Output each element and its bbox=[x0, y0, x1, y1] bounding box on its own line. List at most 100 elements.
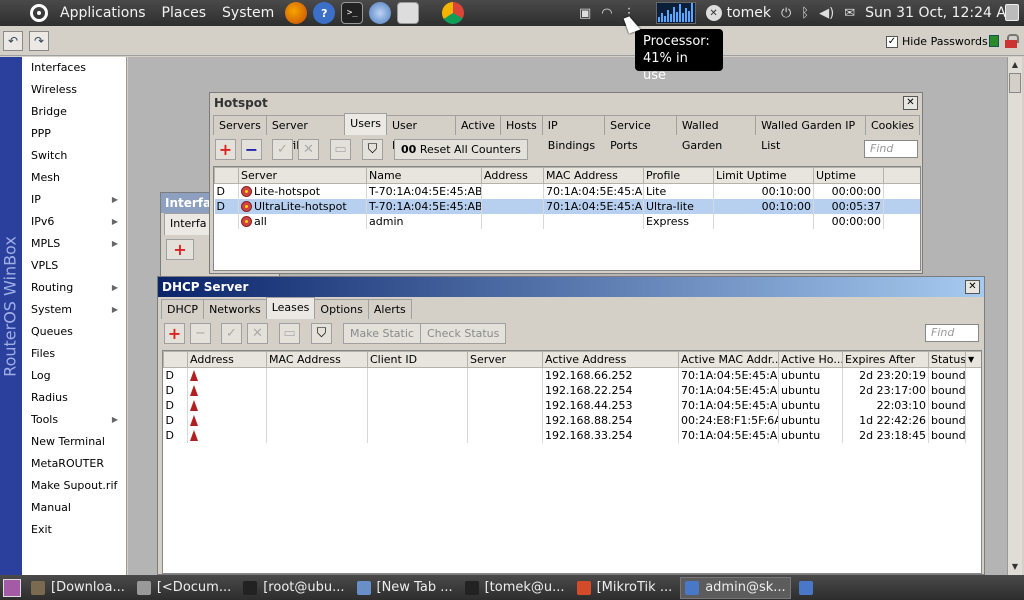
sidebar-item-radius[interactable]: Radius bbox=[22, 387, 126, 409]
make-static-button[interactable]: Make Static bbox=[343, 323, 421, 344]
tab-dhcp-leases[interactable]: Leases bbox=[265, 297, 316, 319]
hotspot-enable-icon[interactable]: ✓ bbox=[272, 139, 293, 160]
hotspot-column-address[interactable]: Address bbox=[481, 167, 544, 184]
taskbar-task[interactable]: [MikroTik ... bbox=[573, 577, 677, 599]
scroll-thumb[interactable] bbox=[1009, 73, 1021, 93]
table-row[interactable]: D 192.168.88.254 00:24:E8:F1:5F:6A ubuntu 1d… bbox=[163, 412, 981, 428]
terminal-launcher-icon[interactable]: >_ bbox=[341, 2, 364, 24]
taskbar-task[interactable]: [<Docum... bbox=[133, 577, 235, 599]
sidebar-item-manual[interactable]: Manual bbox=[22, 497, 126, 519]
hotspot-disable-icon[interactable]: ✕ bbox=[298, 139, 319, 160]
sidebar-item-ipv6[interactable]: IPv6 ▶ bbox=[22, 211, 126, 233]
sidebar-item-switch[interactable]: Switch bbox=[22, 145, 126, 167]
hotspot-window-title[interactable]: Hotspot bbox=[210, 93, 922, 113]
table-row[interactable]: D 192.168.33.254 70:1A:04:5E:45:AB ubuntu 2d… bbox=[163, 427, 981, 443]
dhcp-close-icon[interactable]: ✕ bbox=[965, 280, 980, 294]
scroll-down-icon[interactable]: ▼ bbox=[1009, 560, 1021, 574]
dhcp-column-active-mac-addr[interactable]: Active MAC Addr... bbox=[678, 351, 779, 368]
check-status-button[interactable]: Check Status bbox=[420, 323, 507, 344]
power-icon[interactable]: ⏻ bbox=[781, 6, 791, 21]
sidebar-item-make-supout-rif[interactable]: Make Supout.rif bbox=[22, 475, 126, 497]
dhcp-columns-dropdown-icon[interactable]: ▼ bbox=[965, 351, 981, 368]
clock[interactable]: Sun 31 Oct, 12:24 AM bbox=[865, 5, 1018, 21]
tab-hotspot-hosts[interactable]: Hosts bbox=[500, 115, 543, 135]
sidebar-item-interfaces[interactable]: Interfaces bbox=[22, 57, 126, 79]
mail-icon[interactable]: ✉ bbox=[844, 6, 855, 21]
taskbar-task[interactable]: [tomek@u... bbox=[461, 577, 569, 599]
places-menu[interactable]: Places bbox=[154, 5, 215, 21]
dhcp-column-status[interactable]: Status bbox=[928, 351, 966, 368]
table-row[interactable]: D 192.168.22.254 70:1A:04:5E:45:AB ubuntu 2d… bbox=[163, 382, 981, 398]
dhcp-column-server[interactable]: Server bbox=[467, 351, 543, 368]
network-monitor-icon[interactable]: ▣ bbox=[579, 6, 591, 21]
taskbar-task[interactable]: [root@ubu... bbox=[239, 577, 348, 599]
hotspot-column-server[interactable]: Server bbox=[238, 167, 367, 184]
system-menu[interactable]: System bbox=[214, 5, 282, 21]
dhcp-disable-icon[interactable]: ✕ bbox=[247, 323, 268, 344]
sidebar-item-queues[interactable]: Queues bbox=[22, 321, 126, 343]
hotspot-filter-icon[interactable]: ⛉ bbox=[362, 139, 383, 160]
undo-icon[interactable]: ↶ bbox=[3, 31, 23, 51]
hotspot-close-icon[interactable]: ✕ bbox=[903, 96, 918, 110]
dhcp-comment-icon[interactable]: ▭ bbox=[279, 323, 300, 344]
tab-hotspot-servers[interactable]: Servers bbox=[213, 115, 267, 135]
wifi-icon[interactable]: ◠ bbox=[601, 6, 612, 21]
tab-hotspot-users[interactable]: Users bbox=[344, 113, 387, 135]
firefox-launcher-icon[interactable] bbox=[285, 2, 308, 24]
show-desktop-icon[interactable] bbox=[3, 578, 21, 597]
tab-hotspot-service-ports[interactable]: Service Ports bbox=[604, 115, 677, 152]
table-row[interactable]: D 192.168.66.252 70:1A:04:5E:45:AB ubuntu 2d… bbox=[163, 367, 981, 383]
sidebar-item-mpls[interactable]: MPLS ▶ bbox=[22, 233, 126, 255]
dhcp-column-client-id[interactable]: Client ID bbox=[367, 351, 468, 368]
hotspot-add-icon[interactable]: + bbox=[215, 139, 236, 160]
taskbar-task[interactable] bbox=[795, 577, 823, 599]
hotspot-column-profile[interactable]: Profile bbox=[643, 167, 714, 184]
dhcp-add-icon[interactable]: + bbox=[164, 323, 185, 344]
tab-hotspot-cookies[interactable]: Cookies bbox=[864, 115, 921, 135]
screenshot-launcher-icon[interactable] bbox=[397, 2, 420, 24]
chrome-launcher-icon[interactable] bbox=[442, 2, 465, 24]
taskbar-task[interactable]: admin@sk... bbox=[680, 576, 791, 599]
tab-hotspot-walled-garden-ip-list[interactable]: Walled Garden IP List bbox=[755, 115, 866, 152]
taskbar-task[interactable]: [Downloa... bbox=[27, 577, 129, 599]
dhcp-enable-icon[interactable]: ✓ bbox=[221, 323, 242, 344]
bluetooth-icon[interactable]: ᛒ bbox=[801, 6, 809, 21]
sidebar-item-mesh[interactable]: Mesh bbox=[22, 167, 126, 189]
hotspot-column-uptime[interactable]: Uptime bbox=[813, 167, 884, 184]
table-row[interactable]: all admin Express 00:00:00 bbox=[214, 213, 920, 229]
tab-dhcp-networks[interactable]: Networks bbox=[203, 299, 267, 319]
sidebar-item-tools[interactable]: Tools ▶ bbox=[22, 409, 126, 431]
hotspot-find-input[interactable]: Find bbox=[864, 140, 918, 158]
dhcp-column-active-ho[interactable]: Active Ho... bbox=[778, 351, 843, 368]
network-browser-launcher-icon[interactable] bbox=[369, 2, 392, 24]
taskbar-task[interactable]: [New Tab ... bbox=[353, 577, 457, 599]
sidebar-item-files[interactable]: Files bbox=[22, 343, 126, 365]
sidebar-item-new-terminal[interactable]: New Terminal bbox=[22, 431, 126, 453]
cpu-monitor-graph[interactable] bbox=[655, 2, 696, 24]
dhcp-server-window[interactable]: DHCP Server ✕ DHCP Networks Leases Options A… bbox=[157, 276, 985, 575]
tab-hotspot-user-profiles[interactable]: User Profiles bbox=[385, 115, 456, 152]
sidebar-item-metarouter[interactable]: MetaROUTER bbox=[22, 453, 126, 475]
dhcp-column-active-address[interactable]: Active Address bbox=[542, 351, 679, 368]
tab-hotspot-walled-garden[interactable]: Walled Garden bbox=[675, 115, 757, 152]
table-row[interactable]: D Lite-hotspot T-70:1A:04:5E:45:AB 70:1A:04… bbox=[214, 183, 920, 199]
hotspot-remove-icon[interactable]: − bbox=[241, 139, 262, 160]
table-row[interactable]: D 192.168.44.253 70:1A:04:5E:45:AB ubuntu 22… bbox=[163, 397, 981, 413]
hotspot-comment-icon[interactable]: ▭ bbox=[330, 139, 351, 160]
hotspot-window[interactable]: Hotspot ✕ ServersServer ProfilesUsersUse… bbox=[209, 92, 923, 274]
hide-passwords-checkbox[interactable]: ✓ bbox=[886, 35, 898, 48]
sidebar-item-routing[interactable]: Routing ▶ bbox=[22, 277, 126, 299]
applications-menu[interactable]: Applications bbox=[52, 5, 154, 21]
volume-icon[interactable]: ◀) bbox=[819, 6, 834, 21]
dhcp-column-mac-address[interactable]: MAC Address bbox=[266, 351, 368, 368]
hide-passwords-toggle[interactable]: ✓ Hide Passwords bbox=[886, 35, 988, 48]
table-row[interactable]: D UltraLite-hotspot T-70:1A:04:5E:45:AB 70:… bbox=[214, 198, 920, 214]
sidebar-item-bridge[interactable]: Bridge bbox=[22, 101, 126, 123]
sidebar-item-ppp[interactable]: PPP bbox=[22, 123, 126, 145]
hotspot-column-limit-uptime[interactable]: Limit Uptime bbox=[713, 167, 814, 184]
help-launcher-icon[interactable]: ? bbox=[313, 2, 336, 24]
redo-icon[interactable]: ↷ bbox=[29, 31, 49, 51]
tab-hotspot-server-profiles[interactable]: Server Profiles bbox=[265, 115, 346, 152]
ubuntu-logo-icon[interactable] bbox=[30, 4, 48, 22]
dhcp-filter-icon[interactable]: ⛉ bbox=[311, 323, 332, 344]
